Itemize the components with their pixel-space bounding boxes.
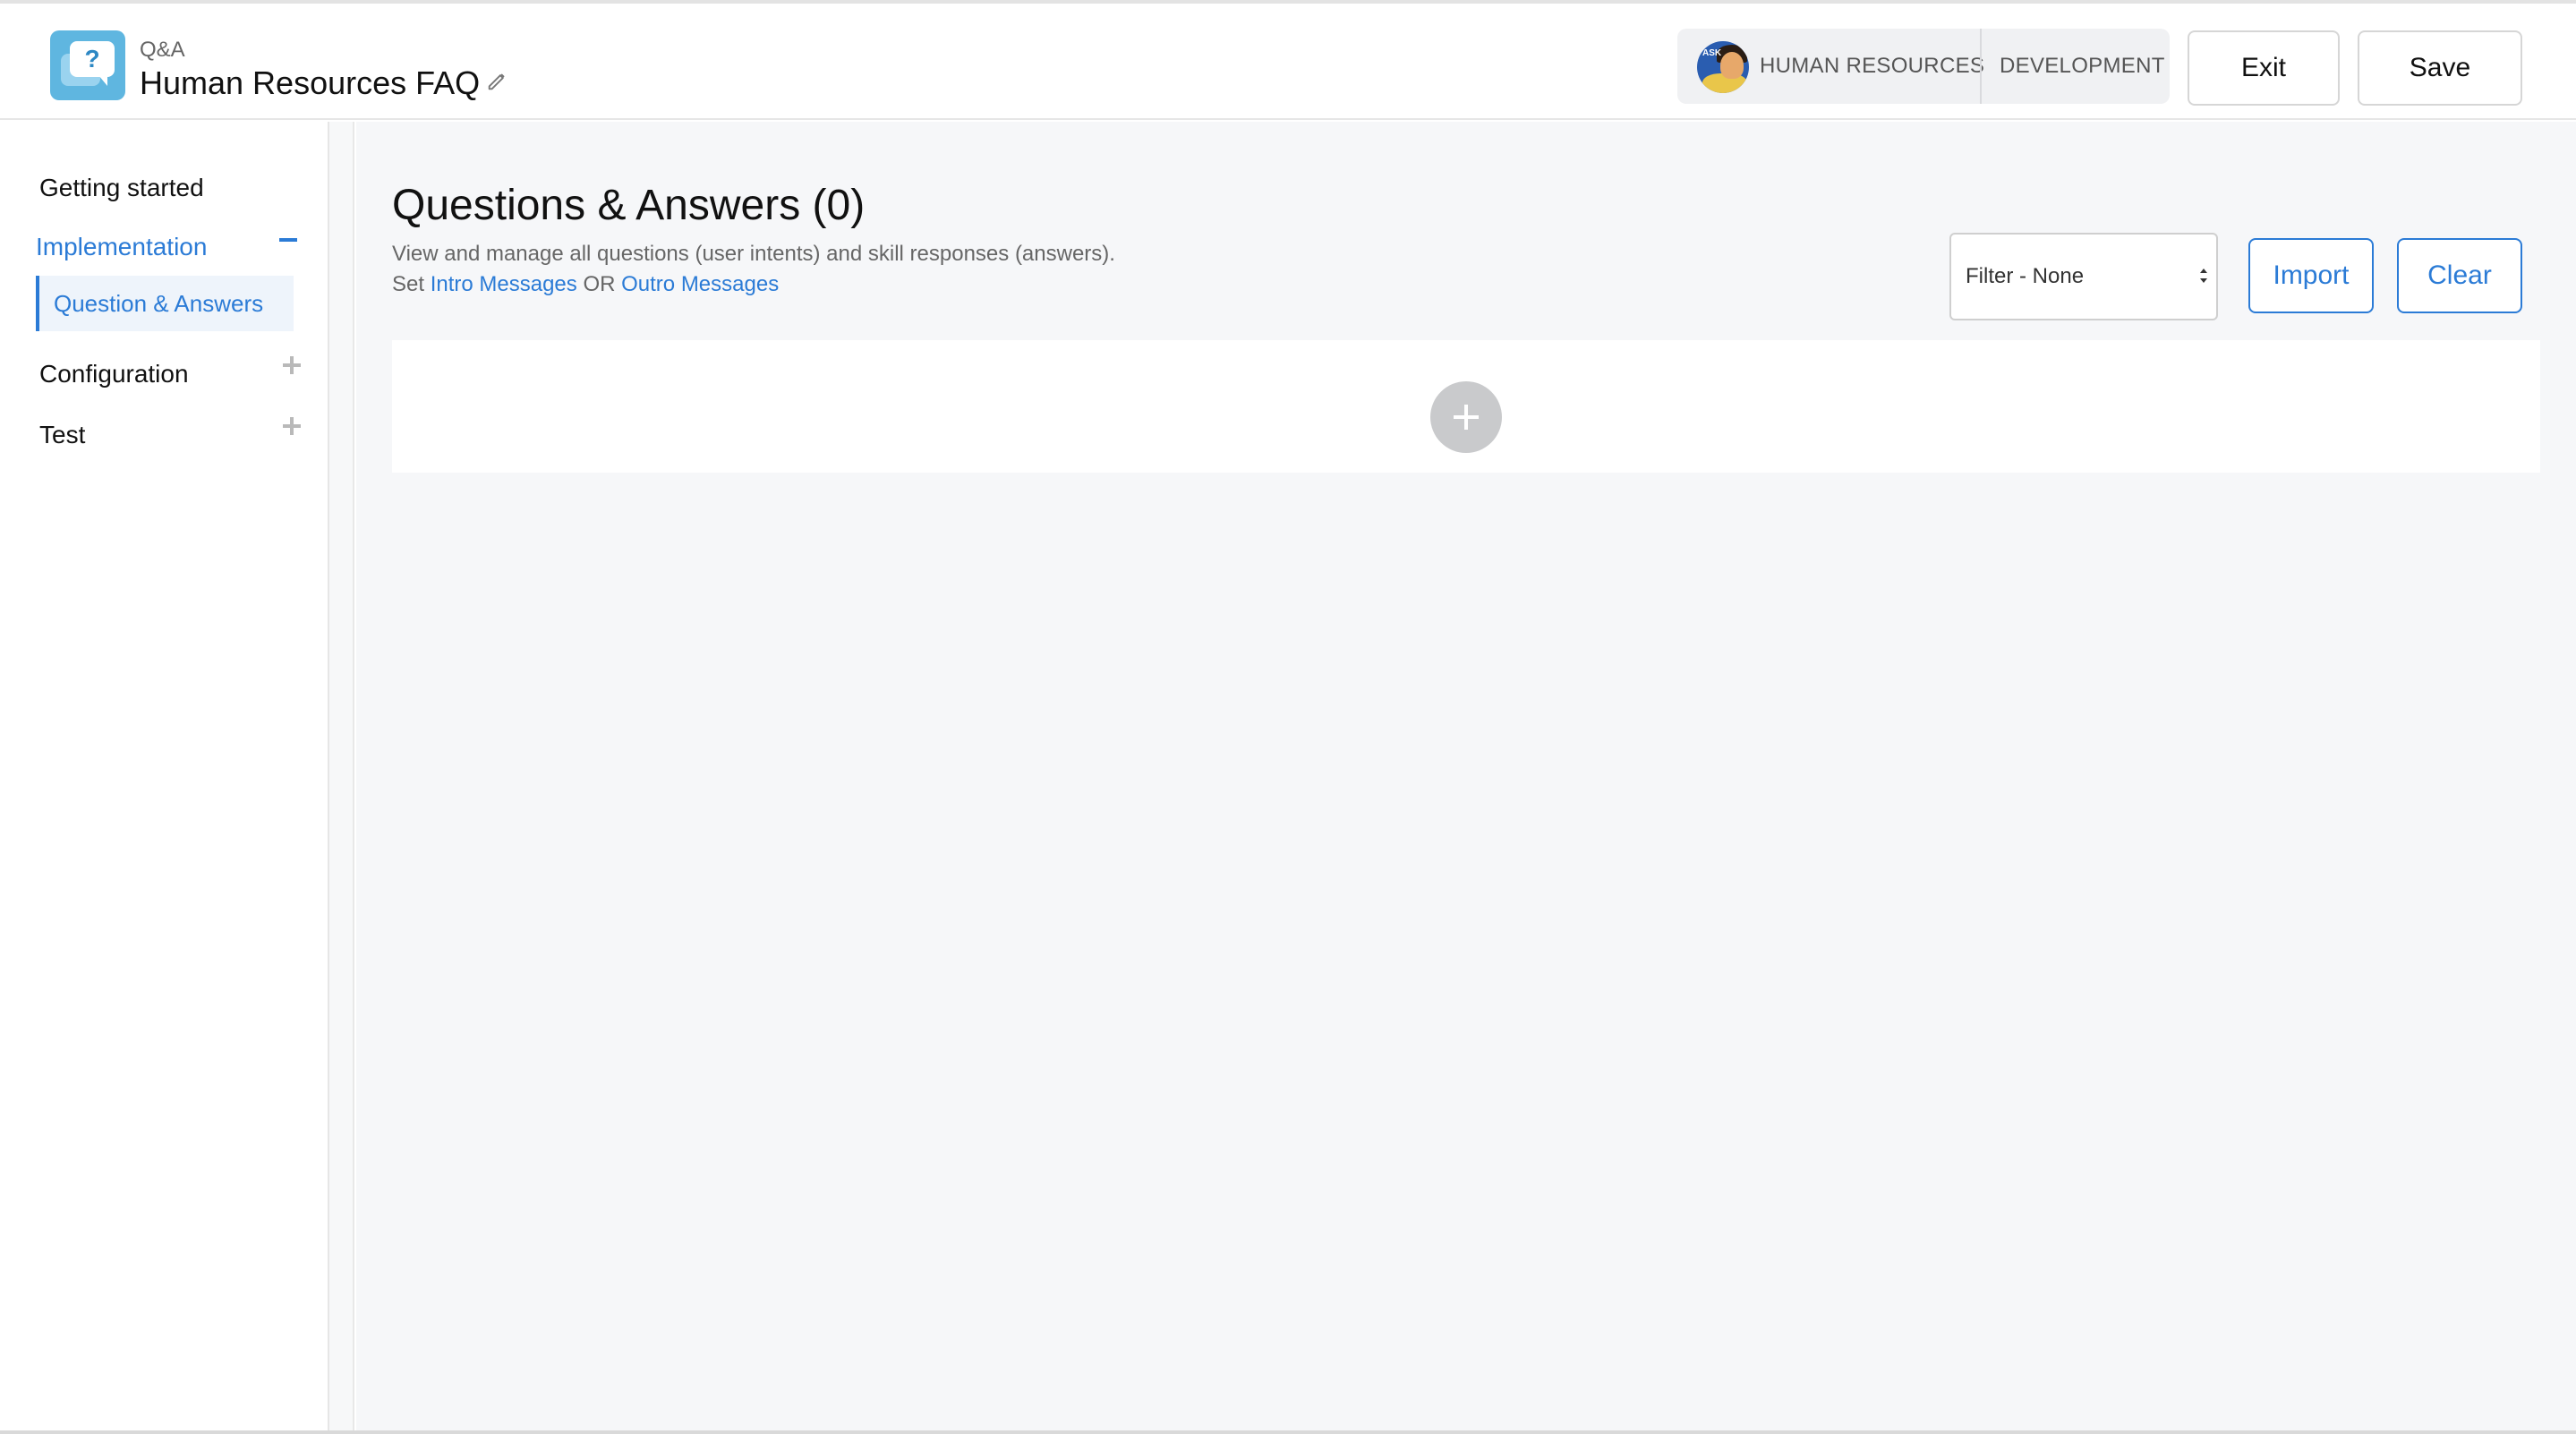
filter-selected-value: Filter - None [1966,264,2085,288]
intro-messages-link[interactable]: Intro Messages [431,272,577,296]
page-title: Human Resources FAQ [140,64,481,101]
avatar: ASK [1697,41,1749,93]
section-title: Questions & Answers (0) [392,182,866,229]
exit-button[interactable]: Exit [2188,30,2340,106]
sidebar-item-implementation[interactable]: Implementation [36,233,207,261]
bottom-border [0,1430,2576,1434]
pencil-icon[interactable] [485,68,510,93]
set-prefix: Set [392,272,425,296]
environment-switcher[interactable]: ASK HUMAN RESOURCES DEVELOPMENT [1677,29,2170,104]
outro-messages-link[interactable]: Outro Messages [621,272,779,296]
sidebar: Getting started Implementation Question … [0,122,329,1430]
sidebar-subitem-label: Question & Answers [54,290,264,317]
environment-secondary-label[interactable]: DEVELOPMENT [2000,29,2165,104]
qa-logo-icon: ? [50,30,125,100]
add-question-button[interactable] [1430,381,1502,453]
sidebar-item-getting-started[interactable]: Getting started [39,174,204,202]
or-text: OR [583,272,616,296]
sidebar-subitem-question-answers[interactable]: Question & Answers [36,276,294,331]
import-button[interactable]: Import [2248,238,2374,313]
plus-icon[interactable] [283,417,301,435]
plus-icon[interactable] [283,356,301,374]
qa-list-panel [392,340,2540,473]
save-button[interactable]: Save [2358,30,2522,106]
minus-icon[interactable] [279,238,297,242]
clear-button[interactable]: Clear [2397,238,2522,313]
app-type-label: Q&A [140,38,185,62]
sidebar-item-test[interactable]: Test [39,421,85,449]
divider [1980,29,1982,104]
environment-primary-label[interactable]: HUMAN RESOURCES [1760,29,1984,104]
main-content: Questions & Answers (0) View and manage … [356,122,2576,1430]
message-links: Set Intro Messages OR Outro Messages [392,272,779,297]
sidebar-gutter [329,122,354,1430]
sidebar-item-configuration[interactable]: Configuration [39,360,189,388]
section-description: View and manage all questions (user inte… [392,242,1115,266]
filter-select[interactable]: Filter - None [1949,233,2218,320]
app-header: ? Q&A Human Resources FAQ ASK HUMAN RESO… [0,4,2576,120]
select-arrows-icon [2200,269,2207,283]
